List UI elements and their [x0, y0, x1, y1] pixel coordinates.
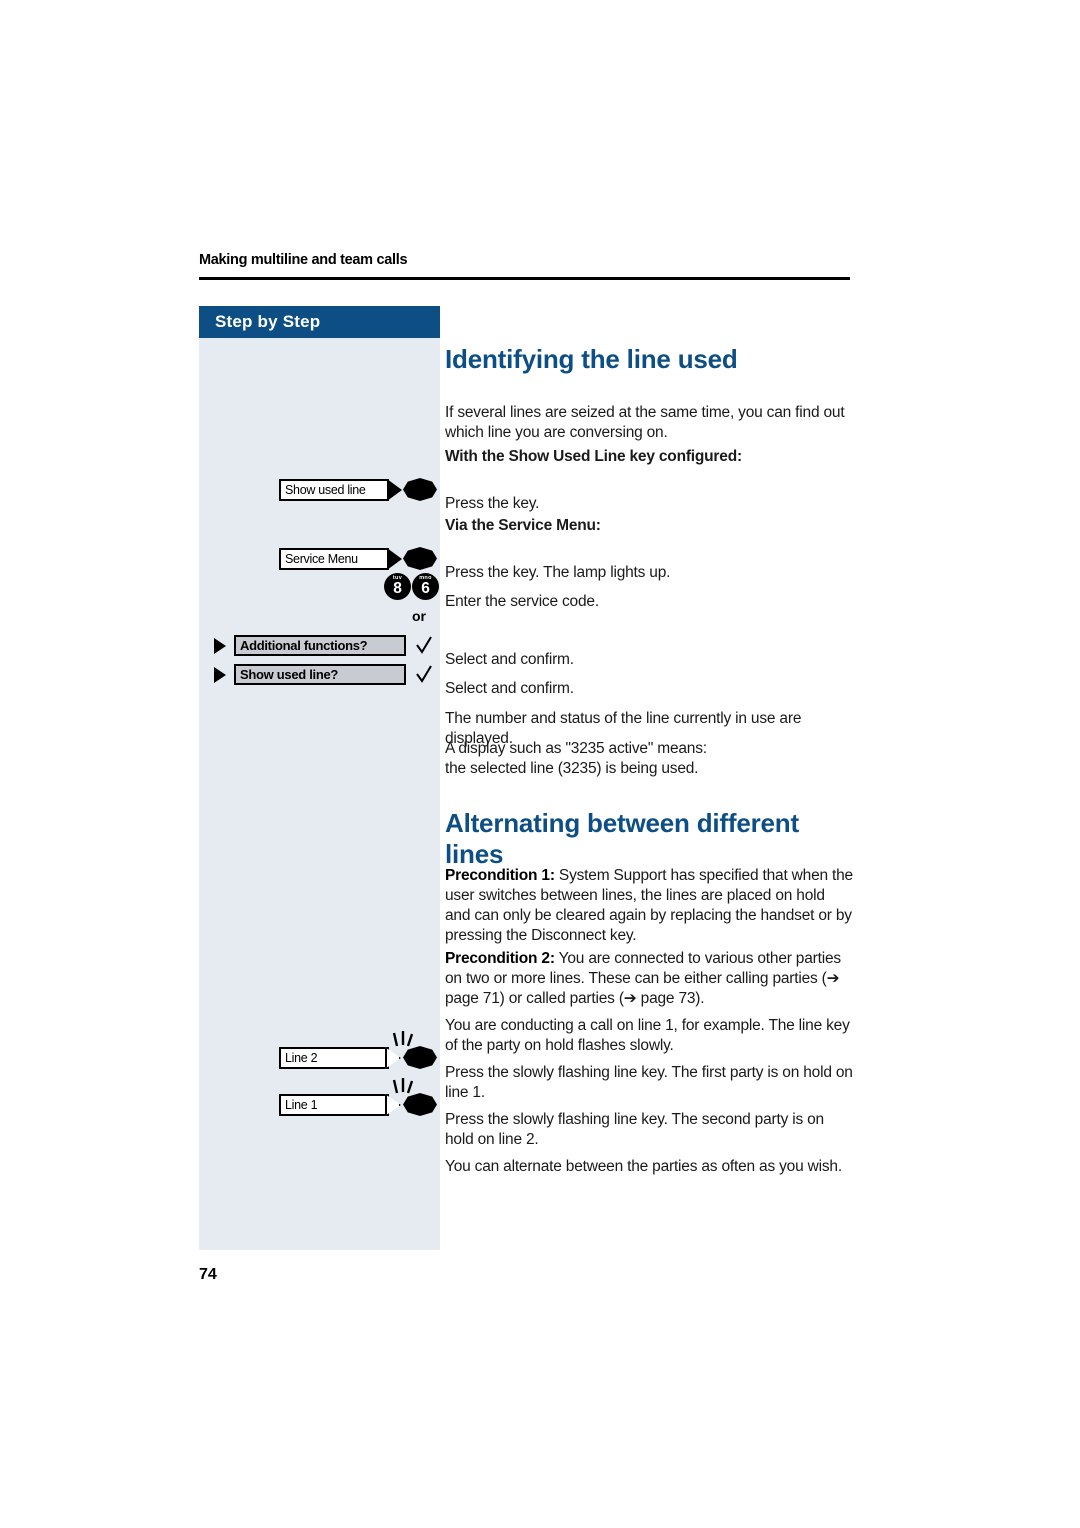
- intro-paragraph: If several lines are seized at the same …: [445, 403, 845, 441]
- triangle-marker-icon: [214, 638, 226, 654]
- select-confirm-text-2: Select and confirm.: [445, 679, 574, 697]
- key-label-show-used-line: Show used line: [279, 479, 389, 501]
- display-example-line-1: A display such as "3235 active" means:: [445, 740, 707, 757]
- press-key-lamp-text: Press the key. The lamp lights up.: [445, 563, 671, 581]
- precondition-2-paragraph: Precondition 2: You are connected to var…: [445, 949, 853, 1009]
- key-tab-icon: [385, 1047, 401, 1069]
- key-button-icon[interactable]: [403, 547, 437, 570]
- flashing-indicator-icon: [392, 1031, 414, 1047]
- digit-key-number: 6: [421, 580, 430, 597]
- press-key-text: Press the key.: [445, 494, 540, 512]
- key-button-icon[interactable]: [403, 478, 437, 501]
- menu-option-label: Additional functions?: [234, 635, 406, 656]
- display-example-text: A display such as "3235 active" means: t…: [445, 739, 853, 779]
- triangle-marker-icon: [214, 667, 226, 683]
- page-number: 74: [199, 1266, 217, 1283]
- display-example-line-2: the selected line (3235) is being used.: [445, 760, 699, 777]
- section-title-identifying-line: Identifying the line used: [445, 344, 738, 374]
- sidebar-header-bar: Step by Step: [199, 306, 440, 338]
- precondition-1-label: Precondition 1:: [445, 866, 555, 884]
- enter-service-code-text: Enter the service code.: [445, 592, 599, 610]
- key-line-1[interactable]: Line 1: [279, 1078, 439, 1120]
- subheading-via-service-menu: Via the Service Menu:: [445, 517, 601, 534]
- running-header: Making multiline and team calls: [199, 252, 408, 268]
- checkmark-icon: [416, 636, 432, 654]
- section-title-alternating-lines: Alternating between different lines: [445, 808, 799, 869]
- header-rule: [199, 277, 850, 280]
- menu-option-label: Show used line?: [234, 664, 406, 685]
- menu-option-show-used-line[interactable]: Show used line?: [214, 664, 439, 686]
- key-label-line-1: Line 1: [279, 1094, 389, 1116]
- press-line-key-text-1: Press the slowly flashing line key. The …: [445, 1063, 853, 1101]
- press-line-key-text-2: Press the slowly flashing line key. The …: [445, 1110, 824, 1148]
- select-confirm-text-1: Select and confirm.: [445, 650, 574, 668]
- conducting-call-text: You are conducting a call on line 1, for…: [445, 1016, 850, 1054]
- key-line-2[interactable]: Line 2: [279, 1031, 439, 1073]
- checkmark-icon: [416, 665, 432, 683]
- sidebar-header-label: Step by Step: [215, 312, 321, 331]
- digit-key-6[interactable]: mno 6: [412, 573, 439, 600]
- key-button-icon[interactable]: [403, 1046, 437, 1069]
- key-tab-icon: [387, 479, 402, 501]
- flashing-indicator-icon: [392, 1078, 414, 1094]
- precondition-2-label: Precondition 2:: [445, 949, 555, 967]
- key-show-used-line[interactable]: Show used line: [279, 478, 439, 505]
- or-separator-label: or: [412, 608, 426, 624]
- alternate-note-text: You can alternate between the parties as…: [445, 1157, 842, 1175]
- digit-key-8[interactable]: tuv 8: [384, 573, 411, 600]
- key-tab-icon: [385, 1094, 401, 1116]
- key-tab-icon: [387, 548, 402, 570]
- menu-option-additional-functions[interactable]: Additional functions?: [214, 635, 439, 657]
- digit-key-number: 8: [393, 580, 402, 597]
- precondition-1-paragraph: Precondition 1: System Support has speci…: [445, 866, 853, 946]
- key-service-menu[interactable]: Service Menu: [279, 547, 439, 574]
- subheading-show-used-line-key: With the Show Used Line key configured:: [445, 448, 742, 465]
- key-label-service-menu: Service Menu: [279, 548, 389, 570]
- key-button-icon[interactable]: [403, 1093, 437, 1116]
- key-label-line-2: Line 2: [279, 1047, 389, 1069]
